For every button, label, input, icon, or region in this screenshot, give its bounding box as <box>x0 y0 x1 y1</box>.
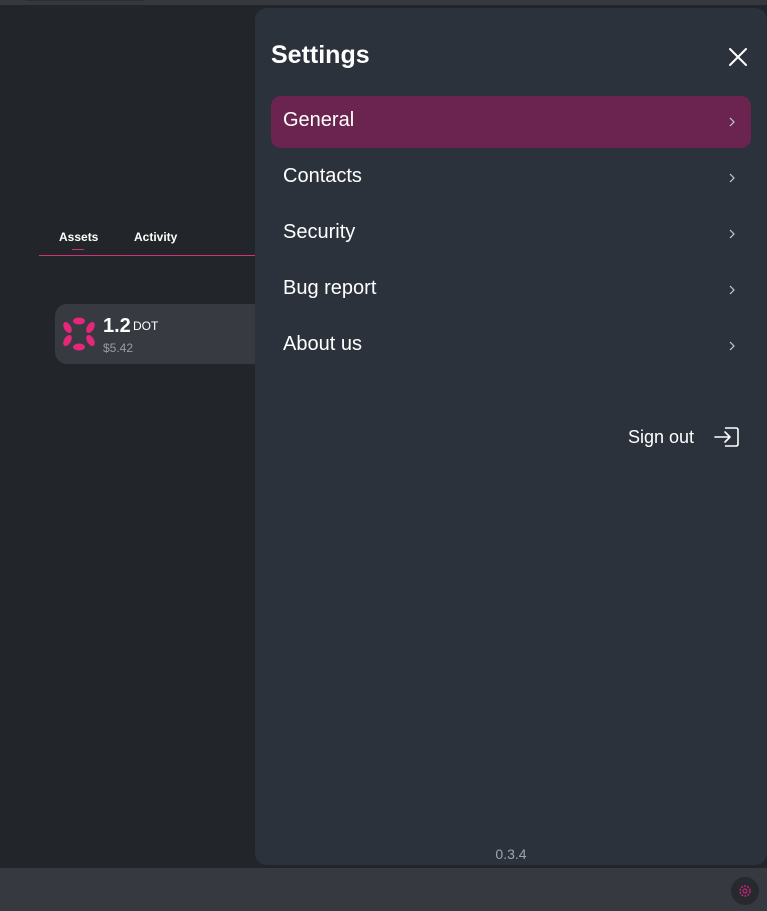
tab-assets[interactable]: Assets <box>59 230 98 244</box>
tab-active-indicator <box>72 249 84 250</box>
menu-item-security[interactable]: Security <box>271 208 751 260</box>
menu-item-label: General <box>283 109 355 131</box>
asset-symbol: DOT <box>133 319 159 333</box>
chevron-right-icon <box>729 285 735 295</box>
menu-item-about-us[interactable]: About us <box>271 320 751 372</box>
bottom-bar <box>0 868 767 911</box>
chevron-right-icon <box>729 117 735 127</box>
settings-title: Settings <box>271 41 370 69</box>
chevron-right-icon <box>729 341 735 351</box>
menu-item-general[interactable]: General <box>271 96 751 148</box>
menu-item-label: About us <box>283 333 362 355</box>
menu-item-contacts[interactable]: Contacts <box>271 152 751 204</box>
sign-out-icon <box>714 427 739 447</box>
polkadot-logo-icon <box>63 317 95 351</box>
chevron-right-icon <box>729 173 735 183</box>
top-bar-handle <box>26 0 144 1</box>
settings-menu: General Contacts Security Bug report Abo… <box>271 96 751 376</box>
asset-fiat-value: $5.42 <box>103 341 134 355</box>
settings-panel: Settings General Contacts Security Bug r… <box>255 8 767 865</box>
asset-tabs: Assets Activity <box>39 226 259 256</box>
settings-button[interactable] <box>731 877 759 905</box>
gear-icon <box>739 885 751 897</box>
asset-amount: 1.2 <box>103 315 131 337</box>
sign-out-button[interactable]: Sign out <box>628 425 743 451</box>
menu-item-label: Security <box>283 221 356 243</box>
tab-activity[interactable]: Activity <box>134 230 177 244</box>
asset-card[interactable]: 1.2 DOT $5.42 <box>55 304 275 364</box>
app-version: 0.3.4 <box>495 846 527 862</box>
menu-item-bug-report[interactable]: Bug report <box>271 264 751 316</box>
sign-out-label: Sign out <box>628 427 695 447</box>
menu-item-label: Bug report <box>283 277 377 299</box>
close-icon[interactable] <box>725 44 751 70</box>
menu-item-label: Contacts <box>283 165 362 187</box>
chevron-right-icon <box>729 229 735 239</box>
